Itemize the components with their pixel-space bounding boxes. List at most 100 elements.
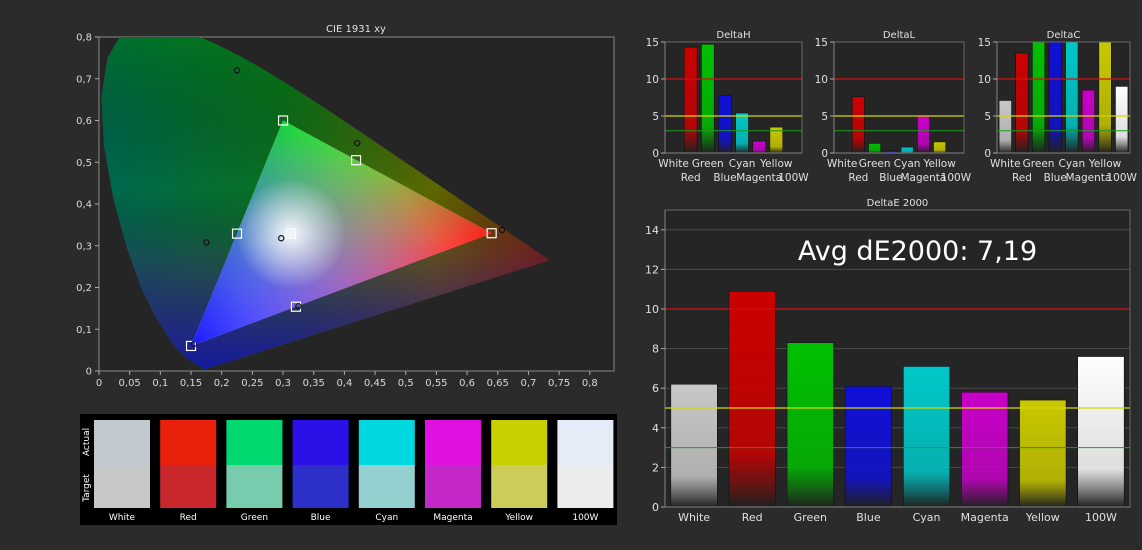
chart-title: DeltaE 2000	[867, 198, 929, 209]
swatch-label: Red	[180, 513, 197, 523]
bar-cyan	[1065, 41, 1079, 154]
swatch-magenta: Magenta	[425, 420, 481, 523]
bar-yellow	[1019, 399, 1067, 508]
cie-x-tick-label: 0,35	[303, 378, 325, 389]
bar-blue	[844, 385, 892, 508]
cie-x-tick-label: 0,05	[119, 378, 141, 389]
category-label: White	[658, 158, 689, 170]
swatch-label: Blue	[311, 513, 331, 523]
swatch-red: Red	[160, 420, 217, 523]
cie-x-tick-label: 0,55	[425, 378, 447, 389]
cie-x-tick-label: 0,7	[520, 378, 536, 389]
category-label: Red	[848, 172, 868, 184]
category-label: Blue	[879, 172, 902, 184]
cie-chart: CIE 1931 xy 0 0,05 0,1 0,15 0,2 0,25 0,3 0,35 0,…	[76, 24, 615, 389]
bar-red	[683, 46, 698, 154]
bar-blue	[1048, 41, 1062, 154]
calibration-report: CIE 1931 xy 0 0,05 0,1 0,15 0,2 0,25 0,3 0,35 0,…	[76, 24, 1138, 525]
category-label: Magenta	[1066, 172, 1112, 184]
y-tick-label: 12	[645, 263, 659, 276]
bar-blue	[718, 94, 732, 154]
swatch-label: Cyan	[375, 513, 398, 523]
bar-magenta	[1081, 89, 1095, 154]
bar-magenta	[916, 115, 930, 154]
chart-title: DeltaC	[1047, 30, 1081, 41]
cie-x-tick-label: 0	[96, 378, 102, 389]
category-label: Blue	[713, 172, 736, 184]
y-tick-label: 14	[645, 224, 659, 237]
category-label: Cyan	[1058, 158, 1085, 170]
bar-green	[701, 43, 715, 154]
swatch-target	[491, 465, 548, 508]
cie-x-tick-label: 0,45	[364, 378, 386, 389]
category-label: Yellow	[759, 158, 793, 170]
swatch-actual	[160, 420, 217, 465]
y-tick-label: 5	[984, 111, 991, 123]
bar-cyan	[903, 366, 951, 508]
swatch-actual	[425, 420, 481, 465]
swatch-target	[160, 465, 217, 508]
swatch-label: White	[109, 513, 136, 523]
category-label: Green	[692, 158, 724, 170]
cie-x-tick-label: 0,1	[152, 378, 168, 389]
swatch-target	[358, 465, 415, 508]
cie-x-tick-label: 0,25	[241, 378, 263, 389]
bar-cyan	[900, 146, 914, 154]
swatch-actual	[491, 420, 548, 465]
y-tick-label: 15	[646, 37, 659, 49]
category-label: Cyan	[729, 158, 756, 170]
chart-deltac: DeltaC051015WhiteRedGreenBlueCyanMagenta…	[978, 30, 1138, 184]
y-tick-label: 15	[815, 37, 828, 49]
cie-x-tick-label: 0,2	[214, 378, 230, 389]
chart-title: DeltaH	[716, 30, 750, 41]
cie-y-tick-label: 0,5	[76, 158, 92, 169]
cie-y-tick-label: 0,6	[76, 116, 92, 127]
bar-yellow	[933, 141, 947, 154]
avg-annotation: Avg dE2000: 7,19	[798, 236, 1037, 267]
swatch-100w: 100W	[557, 420, 614, 523]
y-tick-label: 4	[652, 422, 659, 435]
y-tick-label: 2	[652, 461, 659, 474]
category-label: Yellow	[1025, 511, 1060, 524]
category-label: Yellow	[1088, 158, 1122, 170]
category-label: Red	[1012, 172, 1032, 184]
cie-y-tick-label: 0,4	[76, 200, 92, 211]
bar-red	[728, 290, 776, 508]
cie-y-tick-label: 0,3	[76, 241, 92, 252]
swatch-actual	[557, 420, 614, 465]
chart-deltae-2000: DeltaE 2000 0 2 4 6 8 10 12 14 White Red Green Blue C…	[645, 198, 1131, 524]
cie-x-tick-label: 0,6	[459, 378, 475, 389]
swatch-target	[425, 465, 481, 508]
swatch-actual	[226, 420, 283, 465]
category-label: Green	[794, 511, 827, 524]
swatch-actual	[292, 420, 349, 465]
y-tick-label: 8	[652, 343, 659, 356]
cie-y-tick-label: 0,2	[76, 283, 92, 294]
category-label: Red	[742, 511, 763, 524]
y-tick-label: 10	[978, 74, 991, 86]
y-tick-label: 0	[652, 501, 659, 514]
swatch-blue: Blue	[292, 420, 349, 523]
cie-y-tick-label: 0,7	[76, 74, 92, 85]
swatch-target	[292, 465, 349, 508]
category-label: Cyan	[913, 511, 941, 524]
cie-x-tick-label: 0,8	[582, 378, 598, 389]
category-label: Magenta	[961, 511, 1009, 524]
category-label: 100W	[941, 172, 972, 184]
swatch-actual	[358, 420, 415, 465]
cie-x-tick-label: 0,4	[336, 378, 352, 389]
swatch-green: Green	[226, 420, 283, 523]
bar-green	[786, 342, 834, 508]
bar-red	[851, 96, 865, 154]
chart-deltah: DeltaH051015WhiteRedGreenBlueCyanMagenta…	[646, 30, 810, 184]
y-tick-label: 10	[645, 303, 659, 316]
category-label: 100W	[1085, 511, 1117, 524]
chart-title: DeltaL	[883, 30, 916, 41]
category-label: Cyan	[894, 158, 921, 170]
swatch-label: Yellow	[504, 513, 533, 523]
cie-x-tick-label: 0,5	[398, 378, 414, 389]
swatch-actual	[94, 420, 150, 465]
category-label: Red	[681, 172, 701, 184]
bar-100w	[1115, 86, 1129, 154]
category-label: Magenta	[900, 172, 946, 184]
